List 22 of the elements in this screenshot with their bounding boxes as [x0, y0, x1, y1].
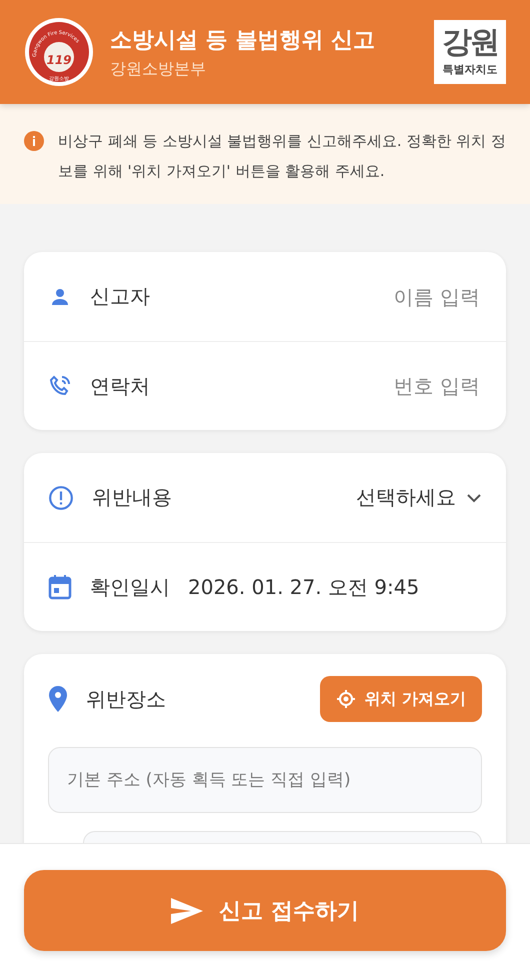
calendar-icon — [48, 574, 72, 600]
field-label: 위반내용 — [92, 484, 172, 511]
chevron-down-icon — [466, 492, 482, 502]
field-label: 연락처 — [90, 372, 150, 400]
date-value[interactable]: 2026. 01. 27. 오전 9:45 — [188, 574, 420, 600]
dropdown[interactable]: 선택하세요 — [356, 484, 482, 511]
notice-text: 비상구 폐쇄 등 소방시설 불법행위를 신고해주세요. 정확한 위치 정보를 위해 '위치 가져오기' 버튼을 활용해 주세요. — [58, 131, 506, 182]
crosshair-icon — [336, 689, 356, 709]
field-label: 신고자 — [90, 283, 150, 310]
phone-icon — [48, 374, 72, 398]
region-logo: 강원 특별자치도 — [434, 20, 506, 84]
field-label: 위반장소 — [86, 686, 166, 712]
app-subtitle: 강원소방본부 — [110, 58, 207, 80]
map-pin-icon — [48, 686, 68, 712]
app-title: 소방시설 등 불법행위 신고 — [110, 26, 376, 54]
text-input[interactable]: 이름 입력 — [168, 284, 482, 310]
text-input[interactable]: 번호 입력 — [168, 373, 482, 399]
alert-icon — [48, 484, 74, 510]
address-field[interactable]: 기본 주소 (자동 획득 또는 직접 입력) — [48, 747, 482, 813]
field-label: 확인일시 — [90, 574, 170, 600]
info-icon — [24, 131, 44, 151]
send-icon — [171, 898, 204, 924]
